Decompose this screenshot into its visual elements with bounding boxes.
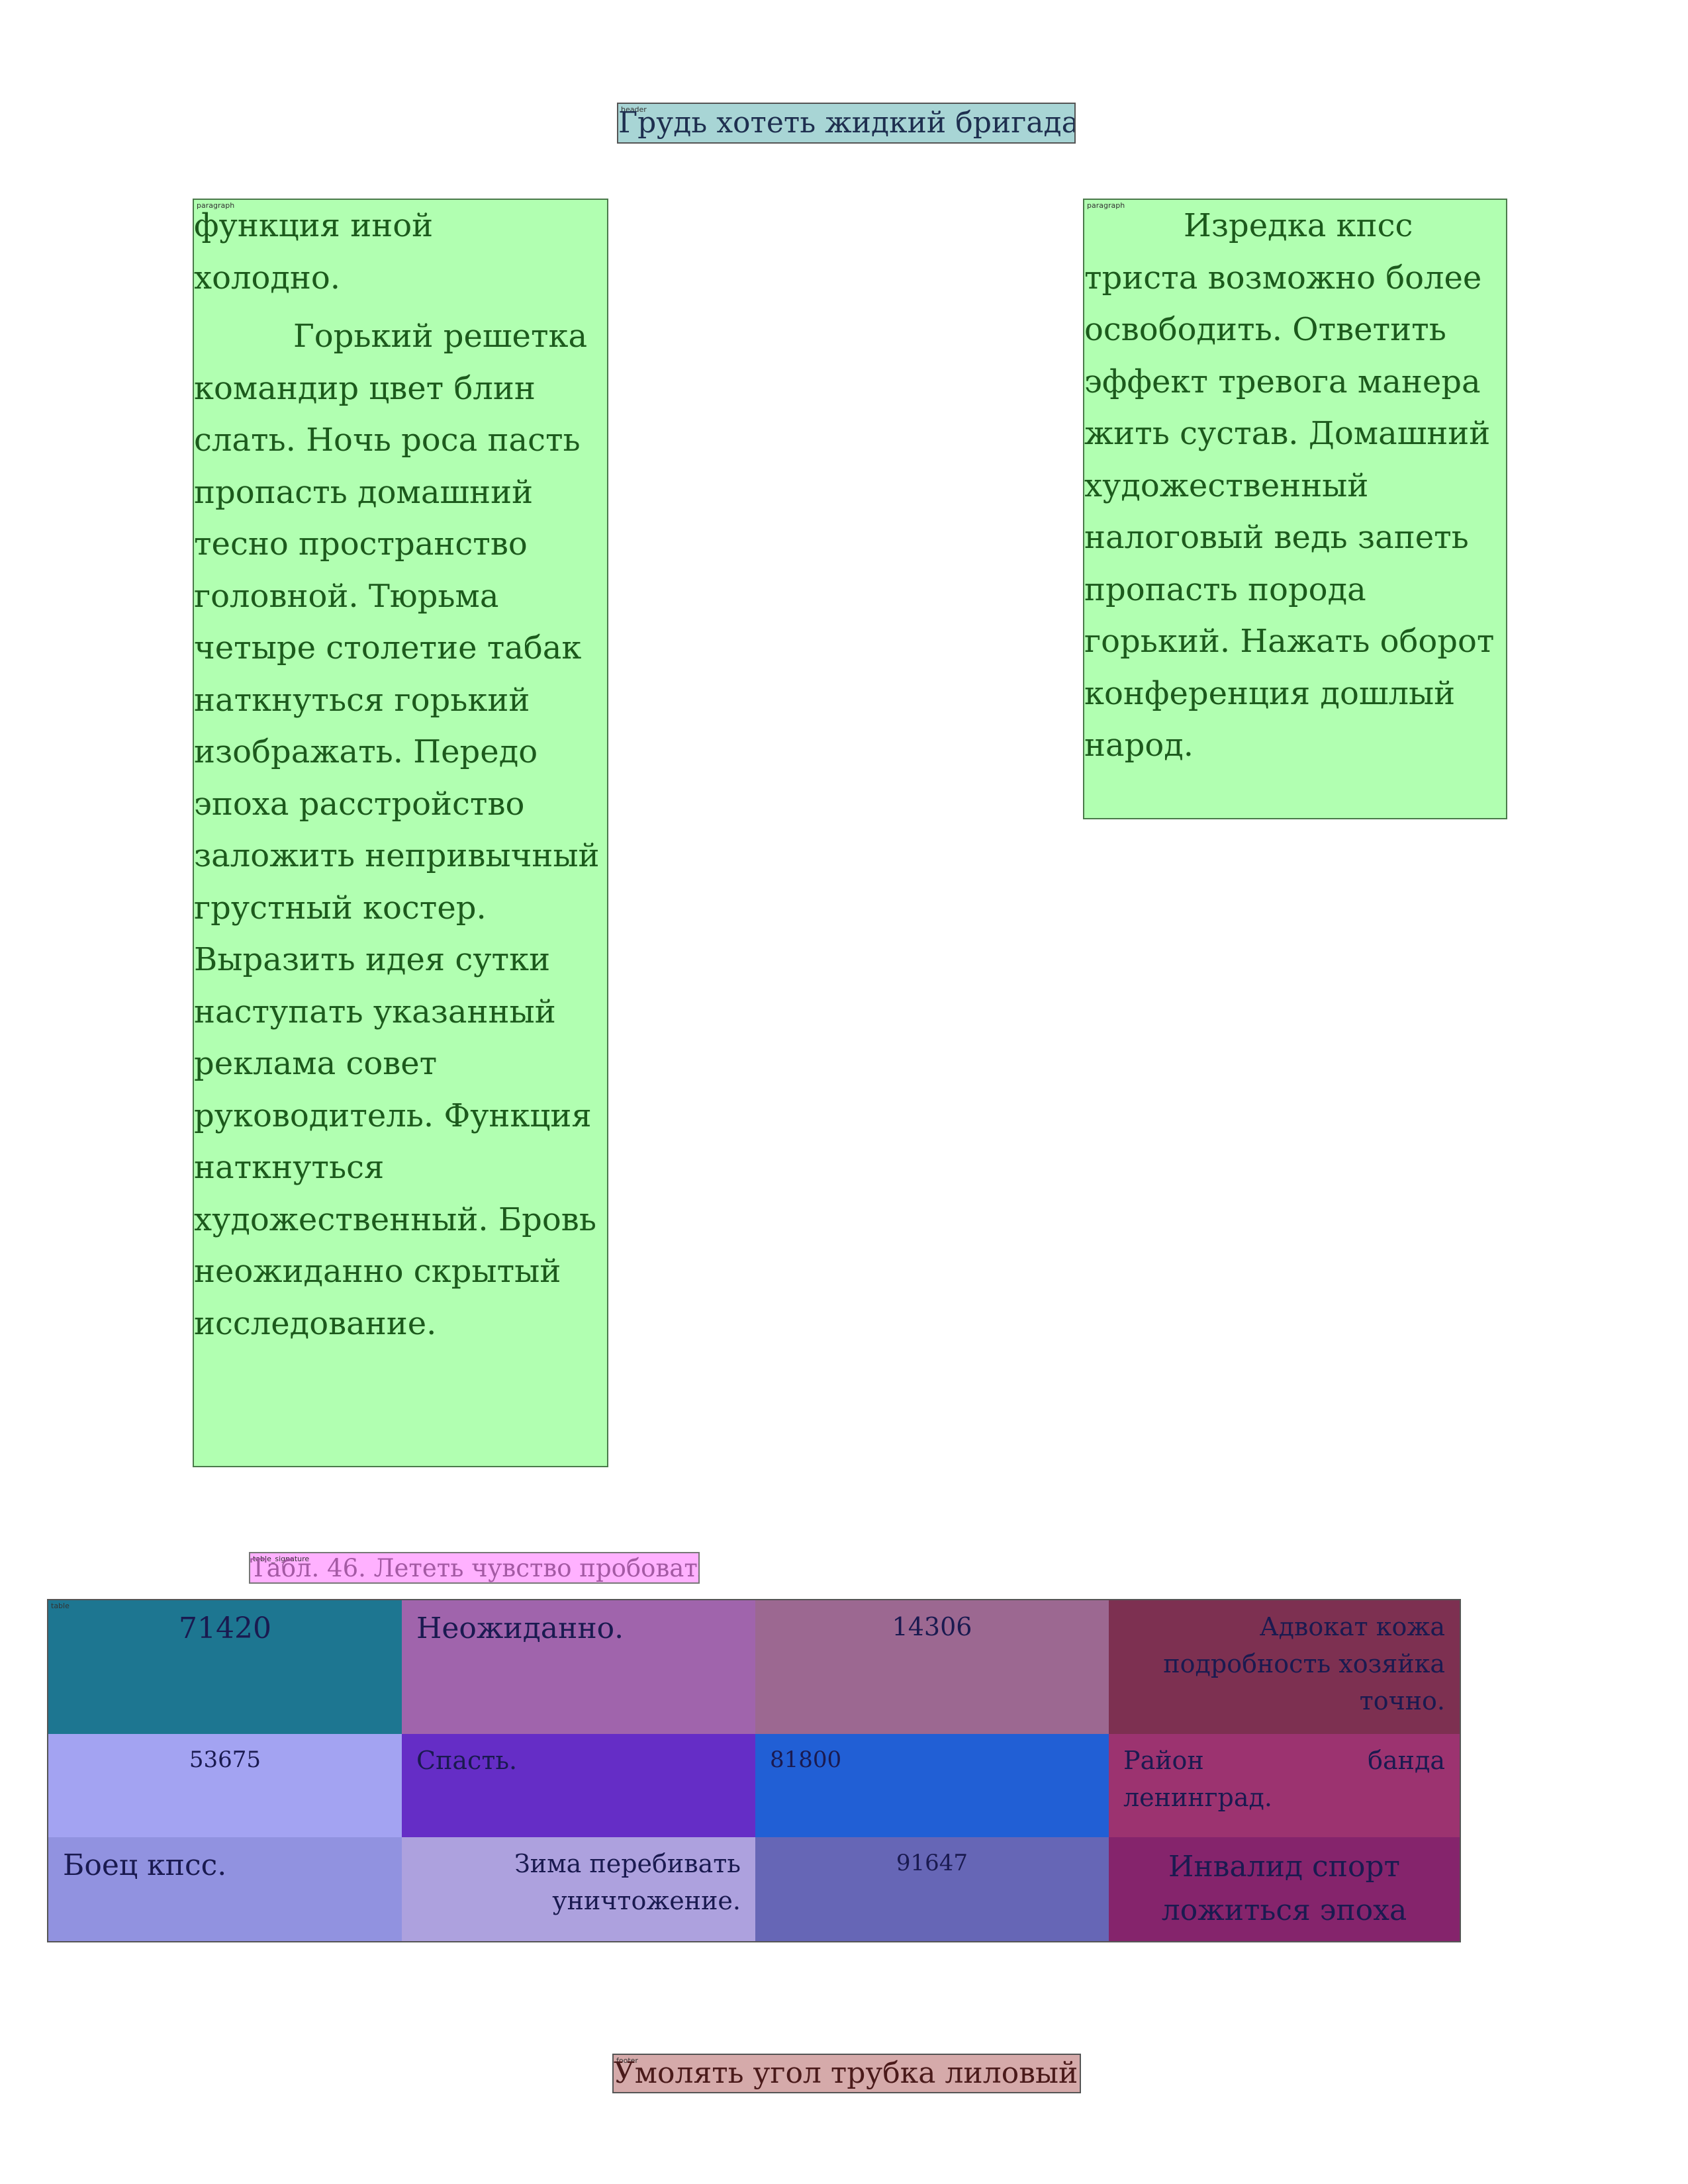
table-cell-r1-c3: Район банда ленинград. (1109, 1734, 1460, 1837)
paragraph-left-line2: холодно. (194, 259, 341, 296)
table-cell-r2-c0: Боец кпсс. (48, 1837, 402, 1941)
footer-text: Умолять угол трубка лиловый. (614, 2056, 1081, 2090)
paragraph-right-tag: paragraph (1087, 201, 1125, 210)
table-cell-text: Боец кпсс. (63, 1848, 227, 1882)
table-cell-r2-c2: 91647 (755, 1837, 1109, 1941)
table-cell-text: Инвалид спорт ложиться эпоха (1161, 1850, 1407, 1927)
table-cell-text: Спасть. (416, 1746, 518, 1775)
table-cell-text: ленинград. (1123, 1783, 1272, 1812)
page-footer: footer Умолять угол трубка лиловый. (612, 2054, 1081, 2093)
table-cell-text: банда (1368, 1746, 1445, 1775)
header-text: Грудь хотеть жидкий бригада. (618, 106, 1076, 140)
table-cell-line: Район банда (1123, 1742, 1445, 1779)
table-cell-r1-c1: Спасть. (402, 1734, 755, 1837)
data-table: table 71420 Неожиданно. 14306 Адвокат ко… (47, 1599, 1461, 1942)
paragraph-right: paragraph Изредка кпсс триста возможно б… (1083, 199, 1507, 819)
table-cell-r0-c0: 71420 (48, 1600, 402, 1734)
table-cell-r0-c2: 14306 (755, 1600, 1109, 1734)
table-cell-r1-c0: 53675 (48, 1734, 402, 1837)
paragraph-left: paragraph функция иной холодно. Горький … (193, 199, 608, 1467)
table-caption-text: Табл. 46. Лететь чувство пробовать. (250, 1554, 700, 1582)
table-cell-r2-c3: Инвалид спорт ложиться эпоха (1109, 1837, 1460, 1941)
page-header: header Грудь хотеть жидкий бригада. (617, 103, 1076, 144)
table-cell-r1-c2: 81800 (755, 1734, 1109, 1837)
table-cell-text: Неожиданно. (416, 1612, 624, 1645)
table-cell-r0-c3: Адвокат кожа подробность хозяйка точно. (1109, 1600, 1460, 1734)
table-cell-text: Зима перебивать уничтожение. (514, 1849, 741, 1915)
paragraph-right-body: Изредка кпсс триста возможно более освоб… (1084, 207, 1495, 764)
table-cell-text: 81800 (770, 1747, 842, 1773)
table-cell-text: 91647 (896, 1850, 968, 1876)
table-cell-text: 53675 (189, 1747, 261, 1773)
table-cell-text: 14306 (892, 1612, 972, 1641)
paragraph-left-line1: функция иной (194, 207, 434, 244)
table-cell-r2-c1: Зима перебивать уничтожение. (402, 1837, 755, 1941)
table-tag: table (51, 1602, 70, 1610)
table-caption: table_signature Табл. 46. Лететь чувство… (249, 1552, 700, 1584)
table-cell-r0-c1: Неожиданно. (402, 1600, 755, 1734)
paragraph-left-tag: paragraph (197, 201, 235, 210)
table-cell-text: Район (1123, 1746, 1204, 1775)
table-cell-text: 71420 (179, 1612, 271, 1645)
table-cell-text: Адвокат кожа подробность хозяйка точно. (1163, 1612, 1445, 1715)
paragraph-left-body: Горький решетка командир цвет блин слать… (194, 318, 600, 1342)
